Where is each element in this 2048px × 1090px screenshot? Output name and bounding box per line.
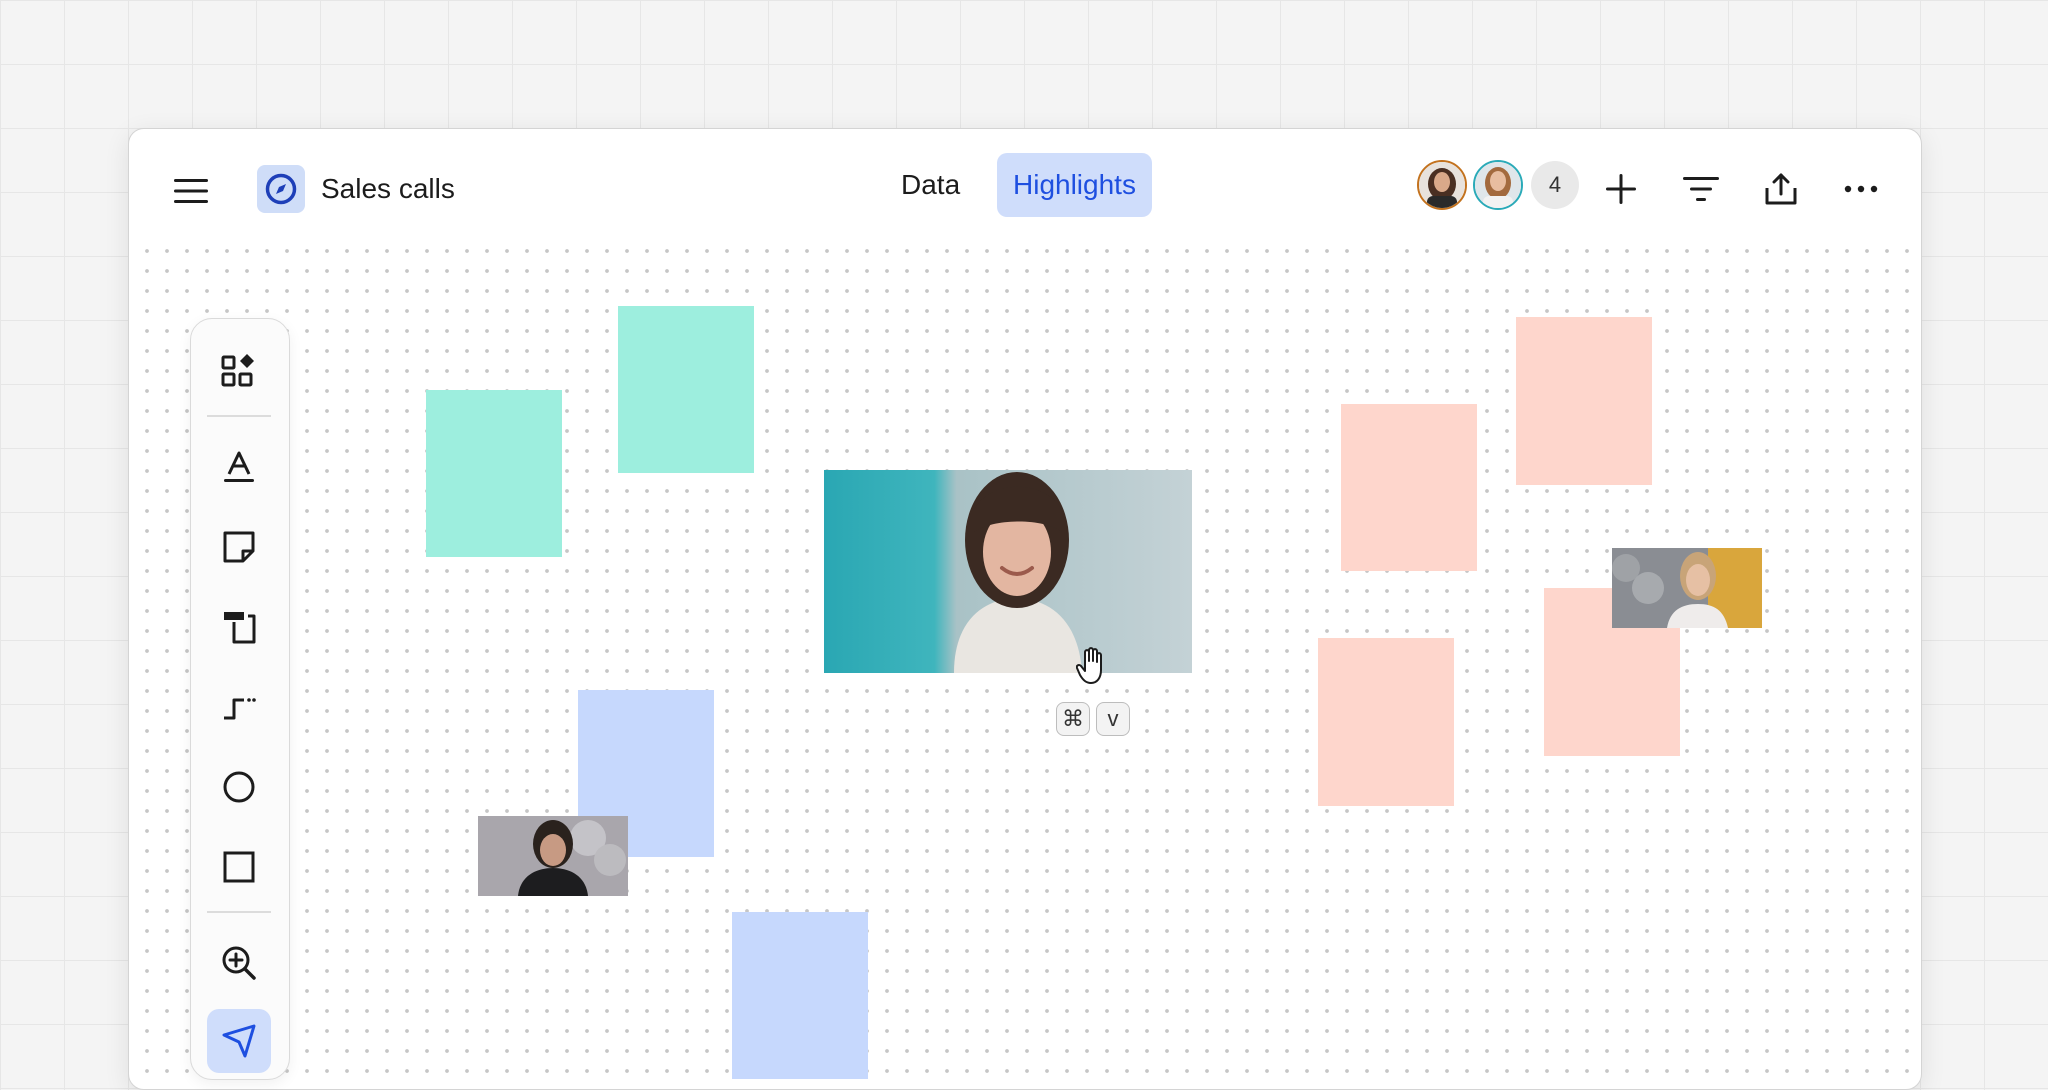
connector-icon[interactable] bbox=[207, 675, 271, 739]
sticky-note[interactable] bbox=[618, 306, 754, 473]
collaborator-avatar[interactable] bbox=[1417, 160, 1467, 210]
share-icon[interactable] bbox=[1757, 165, 1805, 213]
sticky-note[interactable] bbox=[1341, 404, 1477, 571]
rectangle-icon[interactable] bbox=[207, 835, 271, 899]
toolbar-divider bbox=[207, 415, 271, 417]
page-title: Sales calls bbox=[321, 173, 455, 204]
video-clip-thumbnail[interactable] bbox=[824, 470, 1192, 673]
collaborator-count-badge[interactable]: 4 bbox=[1531, 161, 1579, 209]
tool-palette bbox=[190, 318, 290, 1080]
tab-data[interactable]: Data bbox=[885, 153, 976, 217]
sticky-note[interactable] bbox=[732, 912, 868, 1079]
video-clip-thumbnail[interactable] bbox=[478, 816, 628, 896]
sticky-note[interactable] bbox=[426, 390, 562, 557]
plus-icon[interactable] bbox=[1597, 165, 1645, 213]
select-arrow-icon[interactable] bbox=[207, 1009, 271, 1073]
shortcut-key-v: v bbox=[1096, 702, 1130, 736]
circle-icon[interactable] bbox=[207, 755, 271, 819]
text-icon[interactable] bbox=[207, 435, 271, 499]
video-clip-thumbnail[interactable] bbox=[1612, 548, 1762, 628]
shortcut-key-cmd: ⌘ bbox=[1056, 702, 1090, 736]
filter-icon[interactable] bbox=[1677, 165, 1725, 213]
grab-cursor-icon bbox=[1075, 646, 1110, 686]
compass-icon[interactable] bbox=[257, 165, 305, 213]
top-bar: Sales calls Data Highlights 4 bbox=[129, 129, 1921, 241]
components-icon[interactable] bbox=[207, 339, 271, 403]
collaborator-avatar[interactable] bbox=[1473, 160, 1523, 210]
more-options-icon[interactable] bbox=[1837, 165, 1885, 213]
tab-highlights[interactable]: Highlights bbox=[997, 153, 1152, 217]
sticky-note[interactable] bbox=[1318, 638, 1454, 806]
zoom-in-icon[interactable] bbox=[207, 931, 271, 995]
sticky-note-icon[interactable] bbox=[207, 515, 271, 579]
toolbar-divider bbox=[207, 911, 271, 913]
frame-icon[interactable] bbox=[207, 595, 271, 659]
sticky-note[interactable] bbox=[1516, 317, 1652, 485]
hamburger-menu-icon[interactable] bbox=[171, 171, 211, 211]
